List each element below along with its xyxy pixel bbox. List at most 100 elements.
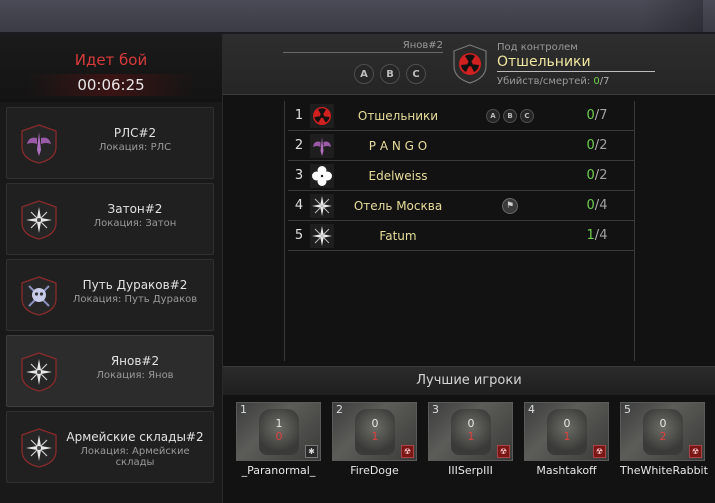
clan-name: Отшельники [357, 108, 439, 123]
player-card[interactable]: 4 0 1 ☢ Mashtakoff [524, 402, 609, 477]
kd-label: Убийств/смертей: [497, 76, 591, 87]
radiation-icon [310, 103, 334, 128]
player-avatar: 2 0 1 ☢ [332, 402, 417, 461]
radiation-icon: ☢ [689, 445, 702, 458]
player-rank: 4 [528, 403, 535, 416]
skull-crossed-icon [21, 276, 57, 316]
location-subtitle: Локация: Армейские склады [80, 446, 190, 468]
clan-points: ABC [458, 108, 562, 123]
player-rank: 2 [336, 403, 343, 416]
control-clan-name: Отшельники [497, 54, 655, 72]
clan-row[interactable]: 2 P A N G O 0/2 [288, 131, 634, 161]
player-card[interactable]: 2 0 1 ☢ FireDoge [332, 402, 417, 477]
compass-star-icon [21, 428, 57, 468]
location-item[interactable]: Путь Дураков#2 Локация: Путь Дураков [6, 259, 214, 331]
location-item[interactable]: Затон#2 Локация: Затон [6, 183, 214, 255]
clan-name: Отель Москва [353, 198, 443, 213]
compass-star-icon [21, 200, 57, 240]
snowflake-icon: ✱ [305, 445, 318, 458]
player-name: FireDoge [350, 464, 399, 477]
location-list: РЛС#2 Локация: РЛС Затон#2 Локация: Затон Пу… [6, 107, 216, 487]
clover-icon [310, 163, 334, 188]
clan-kd: 0/4 [586, 198, 608, 213]
location-text: Затон#2 Локация: Затон [63, 202, 207, 229]
location-text: Янов#2 Локация: Янов [63, 354, 207, 381]
compass-star-icon [21, 352, 57, 392]
location-item[interactable]: Янов#2 Локация: Янов [6, 335, 214, 407]
control-point-a: A [486, 108, 500, 123]
player-rank: 1 [240, 403, 247, 416]
location-subtitle: Локация: РЛС [98, 142, 172, 153]
clan-name: Fatum [379, 228, 417, 243]
clan-rank: 1 [294, 108, 304, 123]
clan-name: P A N G O [368, 138, 428, 153]
location-item[interactable]: РЛС#2 Локация: РЛС [6, 107, 214, 179]
radiation-icon: ☢ [593, 445, 606, 458]
battle-timer: 00:06:25 [26, 74, 196, 96]
winged-dagger-icon [21, 124, 57, 164]
control-point-a: A [354, 64, 374, 84]
location-subtitle: Локация: Путь Дураков [72, 294, 198, 305]
winged-dagger-icon [310, 133, 334, 158]
location-subtitle: Локация: Янов [96, 370, 174, 381]
location-text: Путь Дураков#2 Локация: Путь Дураков [63, 278, 207, 305]
locations-panel: Идет бой 00:06:25 РЛС#2 Локация: РЛС Затон… [0, 34, 223, 503]
location-name: Янов#2 [110, 354, 160, 368]
clan-rank: 3 [294, 168, 304, 183]
control-point-c: C [520, 108, 534, 123]
clan-rank: 2 [294, 138, 304, 153]
top-bar [0, 0, 715, 34]
player-avatar: 5 0 2 ☢ [620, 402, 705, 461]
location-name: Затон#2 [107, 202, 163, 216]
compass-star-icon [310, 193, 334, 218]
player-stats: 01 [563, 417, 571, 443]
clan-kd: 0/2 [586, 168, 608, 183]
player-name: TheWhiteRabbit [620, 464, 708, 477]
clan-kd: 0/7 [586, 108, 608, 123]
clan-row[interactable]: 4 Отель Москва ⚑ 0/4 [288, 191, 634, 221]
best-players-title: Лучшие игроки [223, 366, 715, 395]
clan-row[interactable]: 1 Отшельники A B C 0/7 [288, 101, 634, 131]
player-stats: 10 [275, 417, 283, 443]
compass-star-icon [310, 223, 334, 248]
player-card[interactable]: 5 0 2 ☢ TheWhiteRabbit [620, 402, 708, 477]
clan-table: 1 Отшельники A B C 0/7 2 P A N G O 0/2 3 Edelweiss… [284, 101, 635, 361]
clan-name: Edelweiss [368, 168, 428, 183]
header-location-name: Янов#2 [283, 40, 443, 53]
player-avatar: 3 0 1 ☢ [428, 402, 513, 461]
location-subtitle: Локация: Затон [93, 218, 177, 229]
clan-rank: 5 [294, 228, 304, 243]
radiation-icon: ☢ [401, 445, 414, 458]
clan-kd: 1/4 [586, 228, 608, 243]
best-players-list: 1 1 0 ✱ _Paranormal_ 2 0 1 ☢ FireDoge 3 0 1 ☢ IIISerpI… [236, 402, 708, 477]
control-point-c: C [406, 64, 426, 84]
battle-status: Идет бой [74, 51, 148, 69]
clan-kd: 0/2 [586, 138, 608, 153]
player-name: IIISerpIII [448, 464, 493, 477]
location-header: Янов#2 ABC Под контролем Отшельники Убий… [223, 34, 715, 95]
player-card[interactable]: 3 0 1 ☢ IIISerpIII [428, 402, 513, 477]
control-label: Под контролем [497, 42, 578, 53]
location-name: РЛС#2 [113, 126, 157, 140]
location-name: Армейские склады#2 [66, 430, 204, 444]
radiation-icon [453, 44, 487, 84]
clan-points: ⚑ [458, 197, 562, 214]
location-item[interactable]: Армейские склады#2 Локация: Армейские скл… [6, 411, 214, 483]
clan-rank: 4 [294, 198, 304, 213]
location-name: Путь Дураков#2 [82, 278, 188, 292]
player-stats: 01 [467, 417, 475, 443]
location-text: Армейские склады#2 Локация: Армейские скл… [63, 430, 207, 468]
player-name: _Paranormal_ [241, 464, 316, 477]
control-point-b: B [503, 108, 517, 123]
player-rank: 3 [432, 403, 439, 416]
control-point-b: B [380, 64, 400, 84]
clan-row[interactable]: 5 Fatum 1/4 [288, 221, 634, 251]
player-avatar: 4 0 1 ☢ [524, 402, 609, 461]
radiation-icon: ☢ [497, 445, 510, 458]
battle-timer-box: Идет бой 00:06:25 [0, 34, 222, 102]
player-stats: 02 [659, 417, 667, 443]
header-deaths: 7 [603, 76, 610, 87]
control-points: ABC [354, 64, 426, 84]
clan-row[interactable]: 3 Edelweiss 0/2 [288, 161, 634, 191]
player-card[interactable]: 1 1 0 ✱ _Paranormal_ [236, 402, 321, 477]
